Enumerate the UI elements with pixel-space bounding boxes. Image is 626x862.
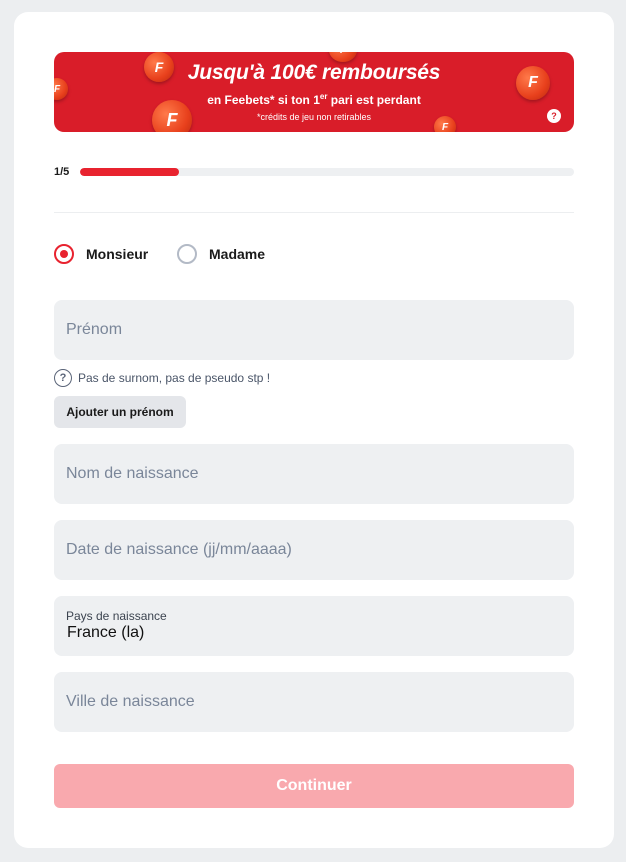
- banner-subtitle: en Feebets* si ton 1er pari est perdant: [207, 92, 421, 107]
- birth-name-field[interactable]: Nom de naissance: [54, 444, 574, 504]
- first-name-placeholder: Prénom: [66, 321, 123, 338]
- birth-date-placeholder: Date de naissance (jj/mm/aaaa): [66, 541, 292, 558]
- progress-fill: [80, 168, 179, 176]
- birth-city-placeholder: Ville de naissance: [66, 693, 195, 710]
- birth-city-field[interactable]: Ville de naissance: [54, 672, 574, 732]
- birth-country-value: France (la): [67, 624, 145, 641]
- radio-madame[interactable]: Madame: [177, 244, 265, 264]
- birth-country-label: Pays de naissance: [66, 609, 167, 623]
- divider: [54, 212, 574, 213]
- banner-title: Jusqu'à 100€ remboursés: [187, 61, 441, 84]
- hint-text: Pas de surnom, pas de pseudo stp !: [78, 371, 271, 385]
- add-first-name-button[interactable]: Ajouter un prénom: [54, 396, 186, 428]
- radio-monsieur[interactable]: Monsieur: [54, 244, 148, 264]
- progress-track: [80, 168, 574, 176]
- radio-checked-icon[interactable]: [54, 244, 74, 264]
- birth-name-placeholder: Nom de naissance: [66, 465, 199, 482]
- first-name-hint: ? Pas de surnom, pas de pseudo stp !: [54, 369, 270, 387]
- birth-country-select[interactable]: Pays de naissance France (la): [54, 596, 574, 656]
- radio-unchecked-icon[interactable]: [177, 244, 197, 264]
- first-name-field[interactable]: Prénom: [54, 300, 574, 360]
- registration-card: F F F F F F Jusqu'à 100€ remboursés en F…: [14, 12, 614, 848]
- promo-banner: F F F F F F Jusqu'à 100€ remboursés en F…: [54, 52, 574, 132]
- birth-date-field[interactable]: Date de naissance (jj/mm/aaaa): [54, 520, 574, 580]
- banner-note: *crédits de jeu non retirables: [256, 112, 372, 122]
- radio-label: Monsieur: [86, 246, 149, 262]
- radio-label: Madame: [209, 246, 266, 262]
- progress-label: 1/5: [54, 166, 70, 178]
- help-icon[interactable]: ?: [547, 109, 561, 123]
- continue-button[interactable]: Continuer: [54, 764, 574, 808]
- progress: 1/5: [54, 164, 574, 180]
- question-icon: ?: [54, 369, 72, 387]
